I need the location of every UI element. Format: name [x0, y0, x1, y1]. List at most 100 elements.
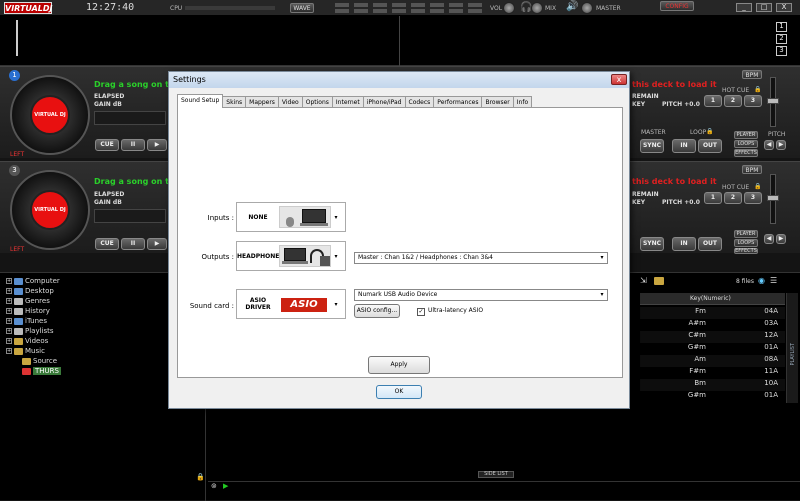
- deck1-sync-button[interactable]: SYNC: [640, 139, 664, 153]
- deck1-master-label: MASTER: [641, 129, 666, 136]
- expand-icon[interactable]: +: [6, 288, 12, 294]
- inputs-dropdown-arrow[interactable]: ▾: [331, 214, 341, 221]
- outputs-dropdown-arrow[interactable]: ▾: [331, 253, 341, 260]
- deck2-hotcue-2[interactable]: 2: [724, 192, 742, 204]
- soundcard-select[interactable]: Numark USB Audio Device ▾: [354, 289, 608, 301]
- deck1-pitch-slider[interactable]: [767, 77, 779, 127]
- deck1-side-label: LEFT: [10, 151, 25, 158]
- laptop-mouse-icon: [279, 206, 331, 228]
- deck1-cue-button[interactable]: CUE: [95, 139, 119, 151]
- track-key-numeric: 08A: [764, 355, 778, 363]
- deck1-hotcue-1[interactable]: 1: [704, 95, 722, 107]
- expand-icon[interactable]: +: [6, 278, 12, 284]
- track-row[interactable]: F#m 11A: [640, 367, 785, 379]
- deck1-loop-in[interactable]: IN: [672, 139, 696, 153]
- deck1-bpm-button[interactable]: BPM: [742, 70, 762, 79]
- track-row[interactable]: Fm 04A: [640, 307, 785, 319]
- volume-knob[interactable]: [503, 2, 515, 14]
- track-row[interactable]: G#m 01A: [640, 343, 785, 355]
- master-knob[interactable]: [581, 2, 593, 14]
- search-icon[interactable]: ⊚: [211, 482, 217, 490]
- track-row[interactable]: A#m 03A: [640, 319, 785, 331]
- lock-icon: 🔒: [196, 473, 205, 481]
- search-options-icon[interactable]: ⇲: [640, 276, 652, 286]
- deck2-loops-tab[interactable]: LOOPS: [734, 239, 758, 247]
- folder-icon[interactable]: [654, 277, 664, 285]
- deck2-cue-button[interactable]: CUE: [95, 238, 119, 250]
- folder-red-icon: [22, 367, 31, 375]
- deck2-pitch-up-button[interactable]: ▶: [776, 234, 786, 244]
- deck-slot-3[interactable]: 3: [776, 46, 787, 56]
- deck2-play-button[interactable]: ▶: [147, 238, 167, 250]
- app-logo: VIRTUALDJ: [4, 2, 53, 14]
- tree-item-label: iTunes: [25, 317, 47, 325]
- waveform-area[interactable]: 1 2 3: [0, 16, 800, 66]
- deck2-turntable[interactable]: VIRTUAL DJ: [10, 170, 90, 250]
- track-row[interactable]: G#m 01A: [640, 391, 785, 403]
- expand-icon[interactable]: +: [6, 308, 12, 314]
- deck2-loop-in[interactable]: IN: [672, 237, 696, 251]
- playlist-side-tab[interactable]: PLAYLIST: [786, 293, 798, 403]
- deck2-sync-button[interactable]: SYNC: [640, 237, 664, 251]
- close-button[interactable]: X: [776, 3, 792, 12]
- deck2-bpm-button[interactable]: BPM: [742, 165, 762, 174]
- soundcard-device-select[interactable]: ASIO DRIVER ASIO ▾: [236, 289, 346, 319]
- side-list-button[interactable]: SIDE LIST: [478, 471, 514, 478]
- deck-slot-1[interactable]: 1: [776, 22, 787, 32]
- ultra-latency-checkbox[interactable]: ✓: [417, 308, 425, 316]
- deck1-effects-tab[interactable]: EFFECTS: [734, 149, 758, 157]
- deck2-pitch-down-button[interactable]: ◀: [764, 234, 774, 244]
- deck1-pitch-down-button[interactable]: ◀: [764, 140, 774, 150]
- dialog-close-button[interactable]: x: [611, 74, 627, 85]
- maximize-button[interactable]: □: [756, 3, 772, 12]
- expand-icon[interactable]: +: [6, 338, 12, 344]
- deck1-key: KEY: [632, 101, 646, 108]
- ultra-latency-label: Ultra-latency ASIO: [428, 307, 484, 314]
- dialog-titlebar[interactable]: Settings: [169, 72, 629, 88]
- track-row[interactable]: C#m 12A: [640, 331, 785, 343]
- inputs-device-select[interactable]: NONE ▾: [236, 202, 346, 232]
- deck1-pause-button[interactable]: II: [121, 139, 145, 151]
- deck1-player-tab[interactable]: PLAYER: [734, 131, 758, 139]
- soundcard-dropdown-arrow[interactable]: ▾: [331, 301, 341, 308]
- expand-icon[interactable]: +: [6, 348, 12, 354]
- play-icon[interactable]: ▶: [223, 482, 228, 490]
- config-button[interactable]: CONFIG: [660, 1, 694, 11]
- outputs-config-select[interactable]: Master : Chan 1&2 / Headphones : Chan 3&…: [354, 252, 608, 264]
- deck1-loops-tab[interactable]: LOOPS: [734, 140, 758, 148]
- deck2-effects-tab[interactable]: EFFECTS: [734, 248, 758, 254]
- soundcard-arrow: ▾: [600, 291, 604, 298]
- deck1-hotcue-3[interactable]: 3: [744, 95, 762, 107]
- deck2-pause-button[interactable]: II: [121, 238, 145, 250]
- outputs-device-select[interactable]: HEADPHONES ▾: [236, 241, 346, 271]
- list-icon[interactable]: ☰: [770, 276, 777, 285]
- column-keynum-header[interactable]: Key(Numeric): [690, 295, 731, 302]
- deck1-pitch-up-button[interactable]: ▶: [776, 140, 786, 150]
- view-icon[interactable]: ◉: [758, 276, 765, 285]
- expand-icon[interactable]: +: [6, 298, 12, 304]
- expand-icon[interactable]: +: [6, 318, 12, 324]
- deck2-hotcue-3[interactable]: 3: [744, 192, 762, 204]
- deck2-pitch-slider[interactable]: [767, 174, 779, 224]
- expand-icon[interactable]: +: [6, 328, 12, 334]
- ok-button[interactable]: OK: [376, 385, 422, 399]
- track-row[interactable]: Bm 10A: [640, 379, 785, 391]
- soundcard-value: Numark USB Audio Device: [358, 291, 438, 298]
- tree-item-label: Videos: [25, 337, 49, 345]
- minimize-button[interactable]: _: [736, 3, 752, 12]
- deck1-hotcue-2[interactable]: 2: [724, 95, 742, 107]
- deck1-loop-out[interactable]: OUT: [698, 139, 722, 153]
- deck2-player-tab[interactable]: PLAYER: [734, 230, 758, 238]
- deck2-loop-out[interactable]: OUT: [698, 237, 722, 251]
- deck-slot-2[interactable]: 2: [776, 34, 787, 44]
- deck2-hotcue-label: HOT CUE: [722, 184, 750, 191]
- asio-config-button[interactable]: ASIO config...: [354, 304, 400, 318]
- tab-sound-setup[interactable]: Sound Setup: [177, 94, 224, 108]
- deck1-play-button[interactable]: ▶: [147, 139, 167, 151]
- wave-button[interactable]: WAVE: [290, 3, 314, 13]
- deck1-turntable[interactable]: VIRTUAL DJ: [10, 75, 90, 155]
- track-row[interactable]: Am 08A: [640, 355, 785, 367]
- deck2-hotcue-1[interactable]: 1: [704, 192, 722, 204]
- mix-knob[interactable]: [531, 2, 543, 14]
- apply-button[interactable]: Apply: [368, 356, 430, 374]
